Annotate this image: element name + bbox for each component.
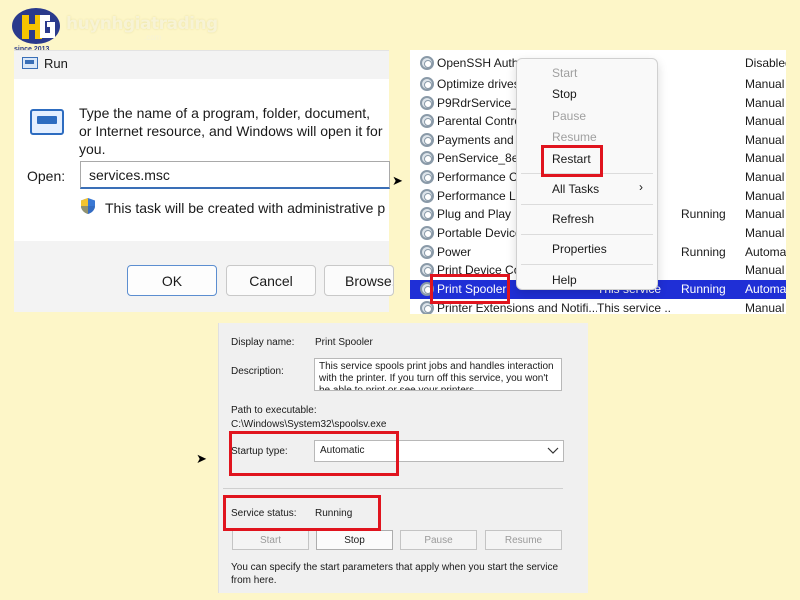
- service-gear-icon: [420, 133, 434, 148]
- service-gear-icon: [420, 96, 434, 111]
- service-startup: Manual: [745, 114, 785, 129]
- service-gear-icon: [420, 56, 434, 71]
- logo-text: huynhgiatrading: [66, 14, 218, 34]
- chevron-right-icon: ›: [639, 180, 643, 194]
- description-label: Description:: [231, 366, 284, 377]
- service-gear-icon: [420, 77, 434, 92]
- step-arrow-icon: ➤: [196, 451, 207, 466]
- service-startup: Manual: [745, 133, 785, 148]
- menu-item-resume[interactable]: Resume: [552, 128, 597, 146]
- service-gear-icon: [420, 245, 434, 260]
- menu-separator: [521, 234, 653, 235]
- menu-separator: [521, 264, 653, 265]
- service-startup: Manual: [745, 226, 785, 241]
- menu-item-stop[interactable]: Stop: [552, 85, 577, 103]
- path-label: Path to executable:: [231, 405, 317, 416]
- logo-dotcom: .com: [144, 33, 162, 42]
- service-startup: Manual: [745, 96, 785, 111]
- menu-item-properties[interactable]: Properties: [552, 240, 607, 258]
- admin-note: This task will be created with administr…: [105, 200, 385, 216]
- run-body: Type the name of a program, folder, docu…: [14, 79, 390, 241]
- service-properties-panel: Display name: Print Spooler Description:…: [218, 323, 588, 593]
- start-button[interactable]: Start: [232, 530, 309, 550]
- open-label: Open:: [27, 168, 66, 184]
- service-gear-icon: [420, 170, 434, 185]
- service-gear-icon: [420, 226, 434, 241]
- display-name-label: Display name:: [231, 337, 295, 348]
- service-gear-icon: [420, 114, 434, 129]
- menu-item-start[interactable]: Start: [552, 64, 577, 82]
- service-startup: Manual: [745, 77, 785, 92]
- path-value: C:\Windows\System32\spoolsv.exe: [231, 419, 387, 430]
- description-box: This service spools print jobs and handl…: [314, 358, 562, 391]
- run-title: Run: [44, 55, 68, 71]
- service-startup: Manual: [745, 263, 785, 278]
- menu-item-refresh[interactable]: Refresh: [552, 210, 594, 228]
- chevron-down-icon: [547, 447, 559, 454]
- ok-button[interactable]: OK: [127, 265, 217, 296]
- open-input[interactable]: services.msc: [80, 161, 390, 189]
- service-startup: Manual: [745, 170, 785, 185]
- service-status-highlight: [223, 495, 381, 531]
- service-gear-icon: [420, 189, 434, 204]
- context-menu: Start Stop Pause Resume Restart All Task…: [516, 58, 658, 290]
- service-description: This service ...: [597, 301, 672, 314]
- logo-mark-icon: [12, 8, 60, 44]
- service-status: Running: [681, 245, 726, 260]
- step-arrow-icon: ➤: [392, 173, 403, 188]
- brand-logo: huynhgiatrading .com since 2013: [6, 6, 218, 54]
- menu-item-pause[interactable]: Pause: [552, 107, 586, 125]
- run-dialog: Run Type the name of a program, folder, …: [14, 50, 394, 312]
- section-divider: [223, 488, 563, 489]
- run-description: Type the name of a program, folder, docu…: [79, 105, 383, 157]
- menu-separator: [521, 204, 653, 205]
- service-status: Running: [681, 282, 726, 297]
- run-program-icon: [30, 109, 64, 135]
- service-startup: Manual: [745, 189, 785, 204]
- service-startup: Manual: [745, 301, 785, 314]
- service-startup: Disabled: [745, 56, 786, 71]
- service-status: Running: [681, 207, 726, 222]
- startup-type-highlight: [229, 431, 399, 476]
- menu-item-help[interactable]: Help: [552, 271, 577, 289]
- menu-item-all-tasks[interactable]: All Tasks: [552, 180, 599, 198]
- stop-button[interactable]: Stop: [316, 530, 393, 550]
- restart-highlight: [541, 145, 603, 177]
- service-startup: Manual: [745, 207, 785, 222]
- display-name-value: Print Spooler: [315, 337, 373, 348]
- browse-button[interactable]: Browse...: [324, 265, 394, 296]
- print-spooler-highlight: [430, 274, 510, 304]
- service-gear-icon: [420, 207, 434, 222]
- run-app-icon: [22, 57, 38, 69]
- start-parameters-hint: You can specify the start parameters tha…: [231, 562, 559, 586]
- run-titlebar: Run: [22, 54, 68, 72]
- pause-button[interactable]: Pause: [400, 530, 477, 550]
- uac-shield-icon: [81, 198, 95, 214]
- service-startup: Automa: [745, 282, 786, 297]
- service-startup: Manual: [745, 151, 785, 166]
- service-gear-icon: [420, 151, 434, 166]
- cancel-button[interactable]: Cancel: [226, 265, 316, 296]
- service-startup: Automa: [745, 245, 786, 260]
- resume-button[interactable]: Resume: [485, 530, 562, 550]
